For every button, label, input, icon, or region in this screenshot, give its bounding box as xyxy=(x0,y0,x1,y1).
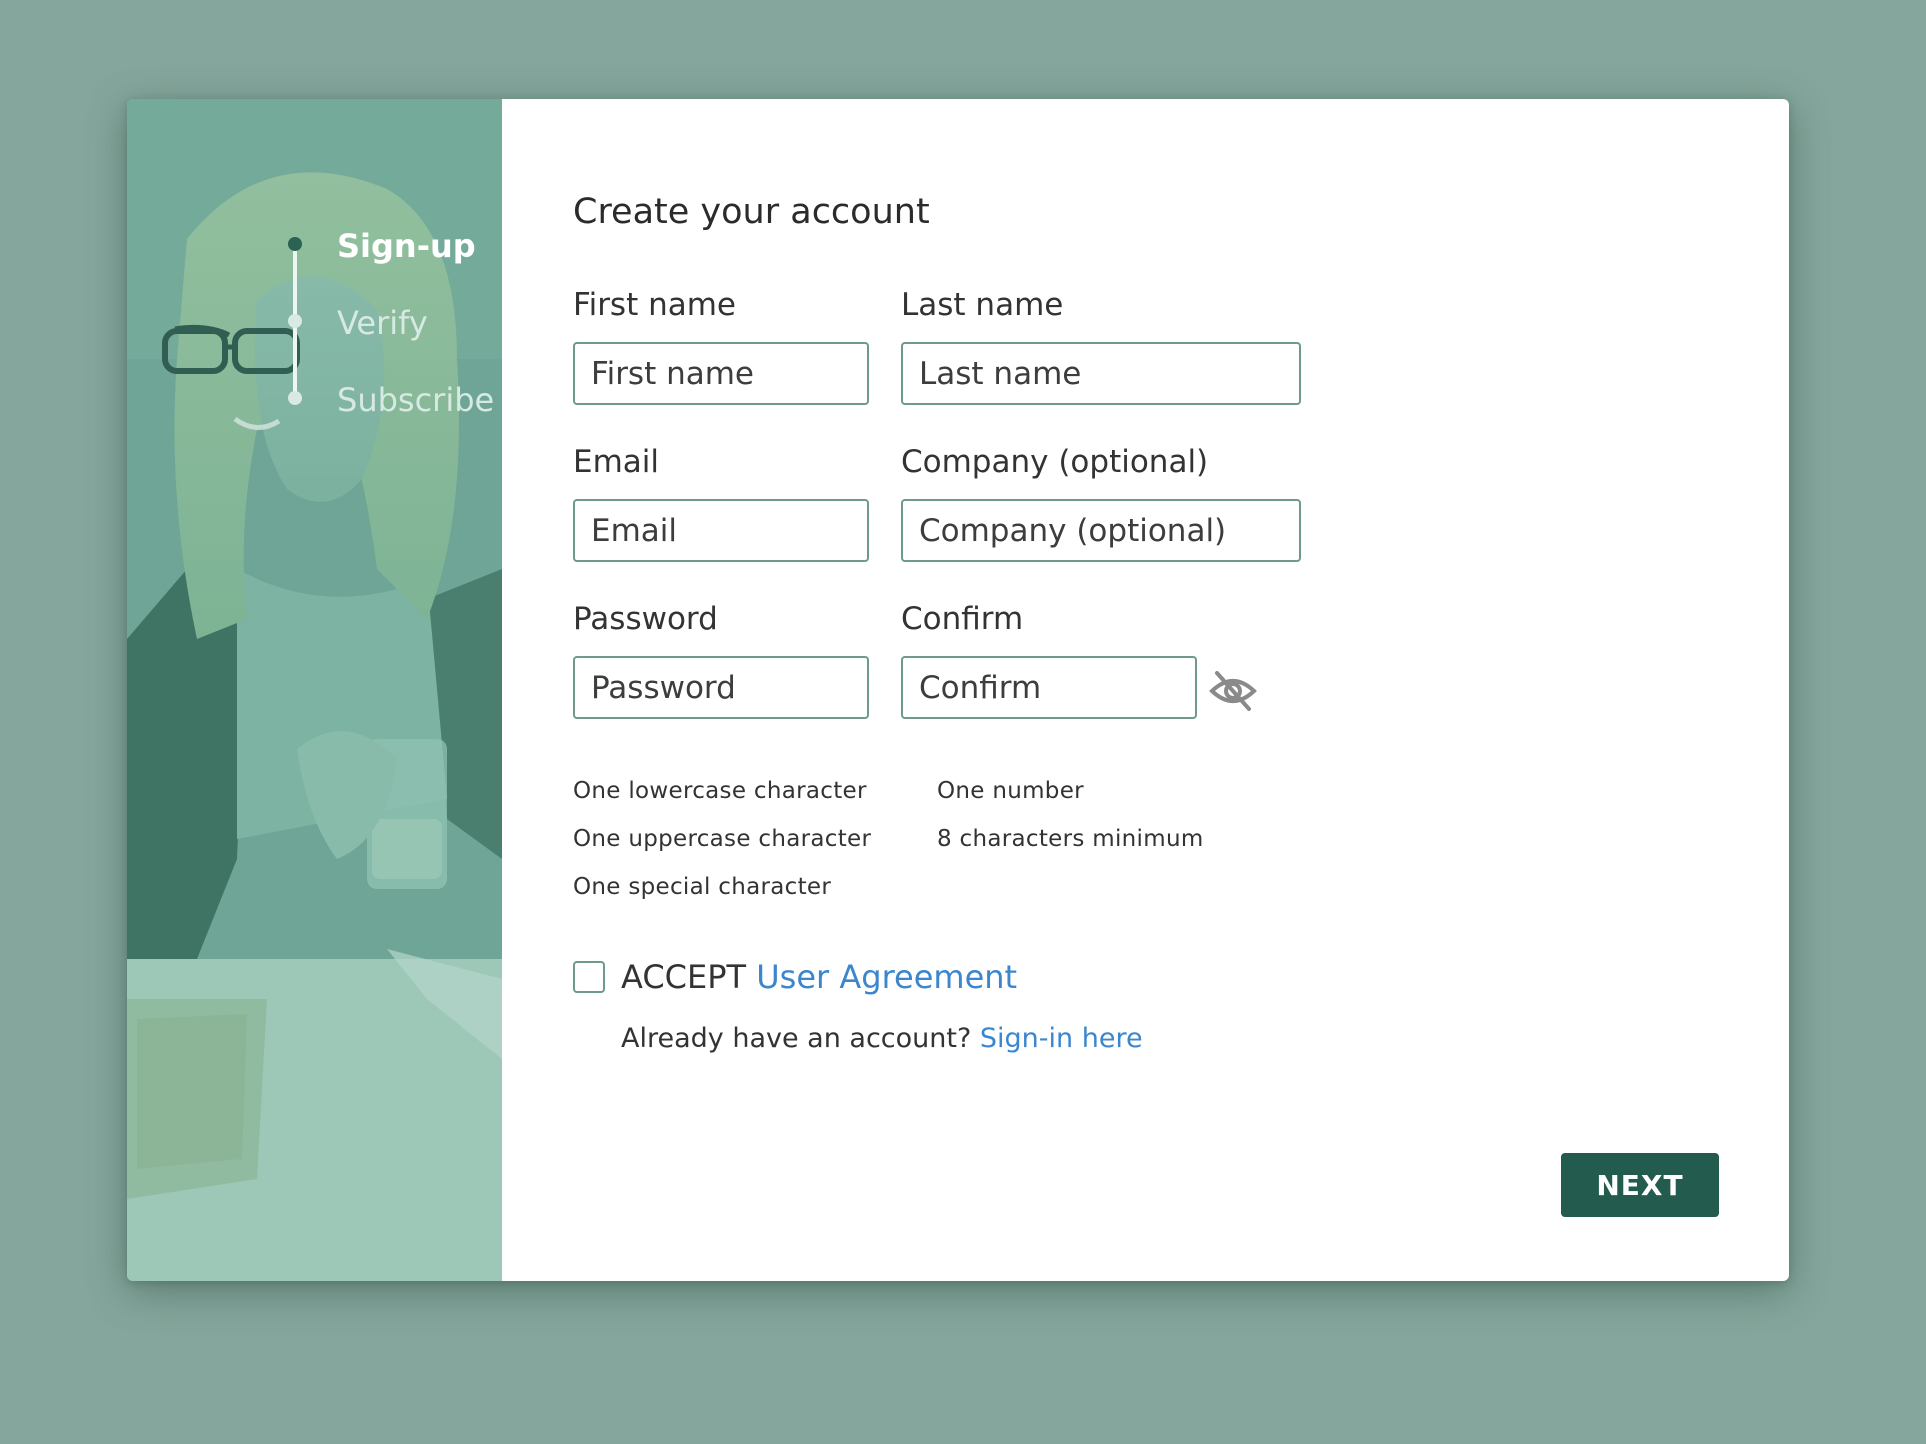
requirement-uppercase: One uppercase character xyxy=(573,826,872,852)
password-input[interactable] xyxy=(573,656,869,719)
last-name-input[interactable] xyxy=(901,342,1301,405)
requirement-special: One special character xyxy=(573,874,832,900)
form-title: Create your account xyxy=(573,192,930,232)
confirm-label: Confirm xyxy=(901,601,1024,637)
user-agreement-link[interactable]: User Agreement xyxy=(756,958,1017,996)
progress-stepper: Sign-up Verify Subscribe xyxy=(127,99,502,499)
step-subscribe[interactable]: Subscribe xyxy=(337,380,494,420)
sign-in-link[interactable]: Sign-in here xyxy=(980,1023,1143,1054)
accept-label: ACCEPT xyxy=(621,958,747,996)
requirement-lowercase: One lowercase character xyxy=(573,778,867,804)
company-label: Company (optional) xyxy=(901,444,1209,480)
next-button[interactable]: NEXT xyxy=(1561,1153,1719,1217)
first-name-input[interactable] xyxy=(573,342,869,405)
signin-prompt: Already have an account? xyxy=(621,1023,972,1054)
password-label: Password xyxy=(573,601,718,637)
last-name-label: Last name xyxy=(901,287,1064,323)
confirm-input[interactable] xyxy=(901,656,1197,719)
step-sign-up[interactable]: Sign-up xyxy=(337,226,476,266)
step-dot xyxy=(288,391,302,405)
requirement-min-length: 8 characters minimum xyxy=(937,826,1204,852)
first-name-label: First name xyxy=(573,287,737,323)
signin-row: Already have an account? Sign-in here xyxy=(621,1021,1143,1057)
company-input[interactable] xyxy=(901,499,1301,562)
eye-slash-icon[interactable] xyxy=(1208,669,1258,713)
signup-card: Sign-up Verify Subscribe Create your acc… xyxy=(127,99,1789,1281)
step-dot xyxy=(288,314,302,328)
email-label: Email xyxy=(573,444,660,480)
step-dot-active xyxy=(288,237,302,251)
requirement-number: One number xyxy=(937,778,1084,804)
hero-photo-panel: Sign-up Verify Subscribe xyxy=(127,99,502,1281)
step-verify[interactable]: Verify xyxy=(337,303,428,343)
accept-text: ACCEPT User Agreement xyxy=(621,957,1017,997)
accept-checkbox[interactable] xyxy=(573,961,605,993)
email-input[interactable] xyxy=(573,499,869,562)
